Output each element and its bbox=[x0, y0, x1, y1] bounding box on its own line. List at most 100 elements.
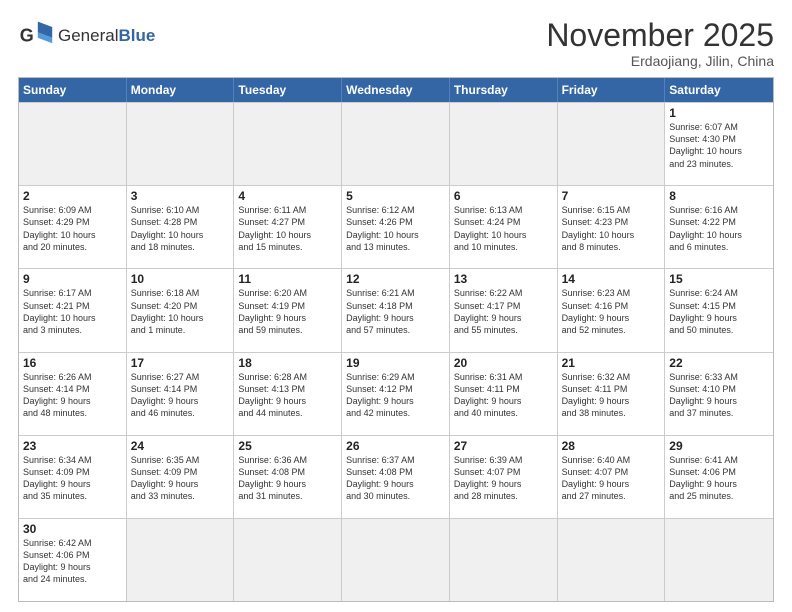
day-number: 22 bbox=[669, 356, 769, 370]
day-cell-2: 2Sunrise: 6:09 AM Sunset: 4:29 PM Daylig… bbox=[19, 186, 127, 268]
day-info: Sunrise: 6:23 AM Sunset: 4:16 PM Dayligh… bbox=[562, 287, 661, 336]
day-info: Sunrise: 6:09 AM Sunset: 4:29 PM Dayligh… bbox=[23, 204, 122, 253]
day-number: 27 bbox=[454, 439, 553, 453]
day-cell-16: 16Sunrise: 6:26 AM Sunset: 4:14 PM Dayli… bbox=[19, 353, 127, 435]
day-cell-13: 13Sunrise: 6:22 AM Sunset: 4:17 PM Dayli… bbox=[450, 269, 558, 351]
day-number: 30 bbox=[23, 522, 122, 536]
month-title: November 2025 bbox=[546, 18, 774, 53]
day-info: Sunrise: 6:39 AM Sunset: 4:07 PM Dayligh… bbox=[454, 454, 553, 503]
day-header-wednesday: Wednesday bbox=[342, 78, 450, 102]
page: G GeneralBlue November 2025 Erdaojiang, … bbox=[0, 0, 792, 612]
day-header-saturday: Saturday bbox=[665, 78, 773, 102]
day-info: Sunrise: 6:12 AM Sunset: 4:26 PM Dayligh… bbox=[346, 204, 445, 253]
day-number: 14 bbox=[562, 272, 661, 286]
calendar-body: 1Sunrise: 6:07 AM Sunset: 4:30 PM Daylig… bbox=[19, 102, 773, 601]
calendar-row-3: 9Sunrise: 6:17 AM Sunset: 4:21 PM Daylig… bbox=[19, 268, 773, 351]
empty-cell bbox=[450, 103, 558, 185]
day-info: Sunrise: 6:40 AM Sunset: 4:07 PM Dayligh… bbox=[562, 454, 661, 503]
day-cell-6: 6Sunrise: 6:13 AM Sunset: 4:24 PM Daylig… bbox=[450, 186, 558, 268]
calendar: SundayMondayTuesdayWednesdayThursdayFrid… bbox=[18, 77, 774, 602]
day-header-sunday: Sunday bbox=[19, 78, 127, 102]
day-number: 4 bbox=[238, 189, 337, 203]
day-info: Sunrise: 6:22 AM Sunset: 4:17 PM Dayligh… bbox=[454, 287, 553, 336]
day-info: Sunrise: 6:26 AM Sunset: 4:14 PM Dayligh… bbox=[23, 371, 122, 420]
day-cell-15: 15Sunrise: 6:24 AM Sunset: 4:15 PM Dayli… bbox=[665, 269, 773, 351]
day-info: Sunrise: 6:41 AM Sunset: 4:06 PM Dayligh… bbox=[669, 454, 769, 503]
day-number: 13 bbox=[454, 272, 553, 286]
day-number: 20 bbox=[454, 356, 553, 370]
day-cell-12: 12Sunrise: 6:21 AM Sunset: 4:18 PM Dayli… bbox=[342, 269, 450, 351]
day-cell-28: 28Sunrise: 6:40 AM Sunset: 4:07 PM Dayli… bbox=[558, 436, 666, 518]
day-info: Sunrise: 6:28 AM Sunset: 4:13 PM Dayligh… bbox=[238, 371, 337, 420]
day-info: Sunrise: 6:34 AM Sunset: 4:09 PM Dayligh… bbox=[23, 454, 122, 503]
location: Erdaojiang, Jilin, China bbox=[546, 53, 774, 69]
general-blue-logo-icon: G bbox=[18, 18, 54, 54]
day-number: 3 bbox=[131, 189, 230, 203]
logo-general: General bbox=[58, 26, 118, 45]
day-cell-22: 22Sunrise: 6:33 AM Sunset: 4:10 PM Dayli… bbox=[665, 353, 773, 435]
day-number: 25 bbox=[238, 439, 337, 453]
day-info: Sunrise: 6:20 AM Sunset: 4:19 PM Dayligh… bbox=[238, 287, 337, 336]
day-cell-7: 7Sunrise: 6:15 AM Sunset: 4:23 PM Daylig… bbox=[558, 186, 666, 268]
day-cell-8: 8Sunrise: 6:16 AM Sunset: 4:22 PM Daylig… bbox=[665, 186, 773, 268]
day-cell-11: 11Sunrise: 6:20 AM Sunset: 4:19 PM Dayli… bbox=[234, 269, 342, 351]
day-info: Sunrise: 6:31 AM Sunset: 4:11 PM Dayligh… bbox=[454, 371, 553, 420]
calendar-row-2: 2Sunrise: 6:09 AM Sunset: 4:29 PM Daylig… bbox=[19, 185, 773, 268]
day-cell-24: 24Sunrise: 6:35 AM Sunset: 4:09 PM Dayli… bbox=[127, 436, 235, 518]
day-cell-29: 29Sunrise: 6:41 AM Sunset: 4:06 PM Dayli… bbox=[665, 436, 773, 518]
title-block: November 2025 Erdaojiang, Jilin, China bbox=[546, 18, 774, 69]
day-cell-25: 25Sunrise: 6:36 AM Sunset: 4:08 PM Dayli… bbox=[234, 436, 342, 518]
day-cell-5: 5Sunrise: 6:12 AM Sunset: 4:26 PM Daylig… bbox=[342, 186, 450, 268]
empty-cell bbox=[234, 103, 342, 185]
day-number: 11 bbox=[238, 272, 337, 286]
svg-text:G: G bbox=[20, 25, 34, 45]
day-cell-26: 26Sunrise: 6:37 AM Sunset: 4:08 PM Dayli… bbox=[342, 436, 450, 518]
day-info: Sunrise: 6:35 AM Sunset: 4:09 PM Dayligh… bbox=[131, 454, 230, 503]
day-cell-20: 20Sunrise: 6:31 AM Sunset: 4:11 PM Dayli… bbox=[450, 353, 558, 435]
day-number: 12 bbox=[346, 272, 445, 286]
day-header-monday: Monday bbox=[127, 78, 235, 102]
day-number: 9 bbox=[23, 272, 122, 286]
empty-cell bbox=[342, 519, 450, 601]
header: G GeneralBlue November 2025 Erdaojiang, … bbox=[18, 18, 774, 69]
day-header-friday: Friday bbox=[558, 78, 666, 102]
day-info: Sunrise: 6:07 AM Sunset: 4:30 PM Dayligh… bbox=[669, 121, 769, 170]
day-number: 29 bbox=[669, 439, 769, 453]
day-cell-10: 10Sunrise: 6:18 AM Sunset: 4:20 PM Dayli… bbox=[127, 269, 235, 351]
day-info: Sunrise: 6:15 AM Sunset: 4:23 PM Dayligh… bbox=[562, 204, 661, 253]
day-cell-1: 1Sunrise: 6:07 AM Sunset: 4:30 PM Daylig… bbox=[665, 103, 773, 185]
day-cell-18: 18Sunrise: 6:28 AM Sunset: 4:13 PM Dayli… bbox=[234, 353, 342, 435]
empty-cell bbox=[234, 519, 342, 601]
calendar-row-6: 30Sunrise: 6:42 AM Sunset: 4:06 PM Dayli… bbox=[19, 518, 773, 601]
day-number: 8 bbox=[669, 189, 769, 203]
day-cell-9: 9Sunrise: 6:17 AM Sunset: 4:21 PM Daylig… bbox=[19, 269, 127, 351]
calendar-row-5: 23Sunrise: 6:34 AM Sunset: 4:09 PM Dayli… bbox=[19, 435, 773, 518]
day-number: 28 bbox=[562, 439, 661, 453]
day-cell-3: 3Sunrise: 6:10 AM Sunset: 4:28 PM Daylig… bbox=[127, 186, 235, 268]
day-number: 15 bbox=[669, 272, 769, 286]
empty-cell bbox=[342, 103, 450, 185]
day-header-thursday: Thursday bbox=[450, 78, 558, 102]
logo: G GeneralBlue bbox=[18, 18, 155, 54]
logo-text: GeneralBlue bbox=[58, 26, 155, 46]
empty-cell bbox=[558, 103, 666, 185]
calendar-row-1: 1Sunrise: 6:07 AM Sunset: 4:30 PM Daylig… bbox=[19, 102, 773, 185]
calendar-header: SundayMondayTuesdayWednesdayThursdayFrid… bbox=[19, 78, 773, 102]
day-number: 7 bbox=[562, 189, 661, 203]
empty-cell bbox=[127, 103, 235, 185]
day-info: Sunrise: 6:18 AM Sunset: 4:20 PM Dayligh… bbox=[131, 287, 230, 336]
day-number: 26 bbox=[346, 439, 445, 453]
day-cell-14: 14Sunrise: 6:23 AM Sunset: 4:16 PM Dayli… bbox=[558, 269, 666, 351]
day-info: Sunrise: 6:42 AM Sunset: 4:06 PM Dayligh… bbox=[23, 537, 122, 586]
day-number: 19 bbox=[346, 356, 445, 370]
day-cell-27: 27Sunrise: 6:39 AM Sunset: 4:07 PM Dayli… bbox=[450, 436, 558, 518]
day-info: Sunrise: 6:11 AM Sunset: 4:27 PM Dayligh… bbox=[238, 204, 337, 253]
day-info: Sunrise: 6:10 AM Sunset: 4:28 PM Dayligh… bbox=[131, 204, 230, 253]
day-info: Sunrise: 6:33 AM Sunset: 4:10 PM Dayligh… bbox=[669, 371, 769, 420]
day-cell-4: 4Sunrise: 6:11 AM Sunset: 4:27 PM Daylig… bbox=[234, 186, 342, 268]
day-info: Sunrise: 6:21 AM Sunset: 4:18 PM Dayligh… bbox=[346, 287, 445, 336]
empty-cell bbox=[127, 519, 235, 601]
day-number: 24 bbox=[131, 439, 230, 453]
day-info: Sunrise: 6:37 AM Sunset: 4:08 PM Dayligh… bbox=[346, 454, 445, 503]
day-header-tuesday: Tuesday bbox=[234, 78, 342, 102]
